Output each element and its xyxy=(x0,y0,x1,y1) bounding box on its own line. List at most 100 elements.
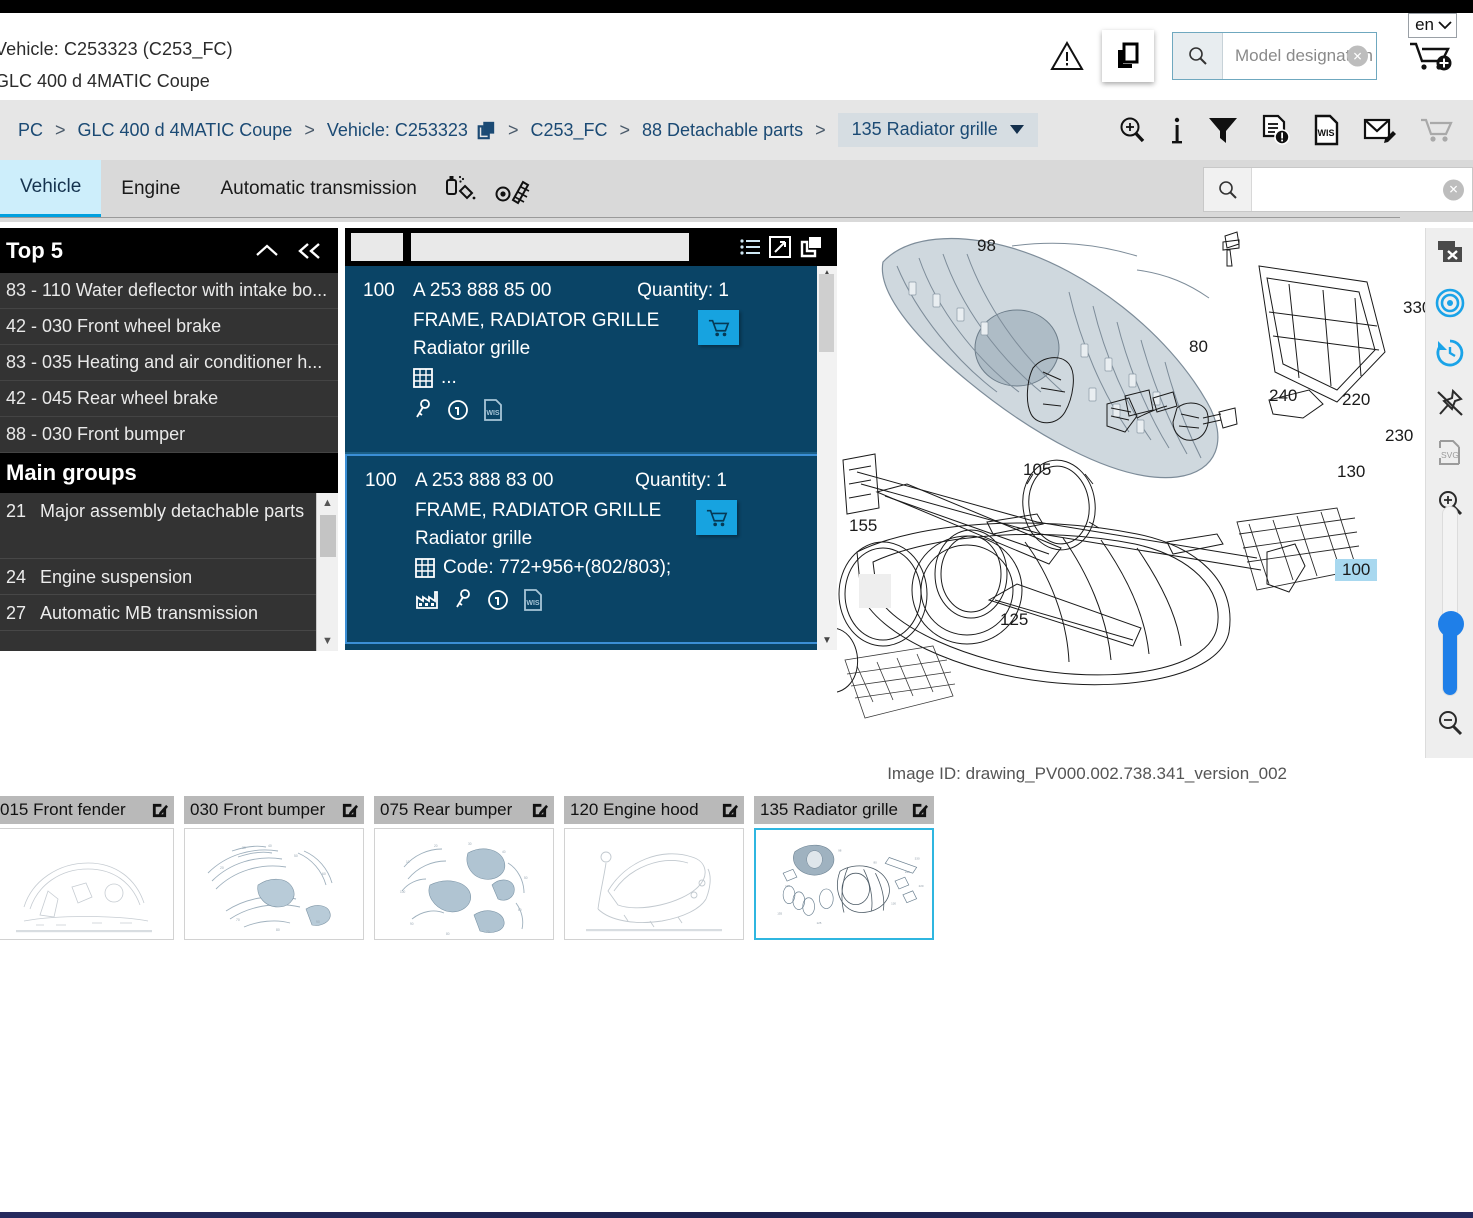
duplicate-window-icon[interactable] xyxy=(799,236,823,258)
key-icon[interactable] xyxy=(413,399,433,421)
zoom-in-search-icon[interactable] xyxy=(1117,115,1147,145)
factory-icon[interactable] xyxy=(415,590,439,610)
part-add-to-cart-button[interactable] xyxy=(696,500,737,535)
list-view-icon[interactable] xyxy=(739,237,761,257)
breadcrumb-active-dropdown[interactable]: 135 Radiator grille xyxy=(837,113,1038,147)
thumbnail-075-rear-bumper[interactable]: 075 Rear bumper 10 20 30 40 50 60 70 80 … xyxy=(374,796,554,946)
filter-icon[interactable] xyxy=(1207,115,1239,145)
thumbnail-135-radiator-grille[interactable]: 135 Radiator grille 98 80 330 240 220 13… xyxy=(754,796,934,946)
add-to-cart-icon[interactable] xyxy=(1401,38,1463,74)
parts-filter-field-small[interactable] xyxy=(351,233,403,261)
copy-documents-icon[interactable] xyxy=(1102,30,1154,82)
parts-search-box[interactable]: ✕ xyxy=(1203,167,1473,212)
scrollbar-thumb[interactable] xyxy=(819,274,834,352)
bolt-nut-icon[interactable] xyxy=(487,160,537,218)
scroll-up-arrow-icon[interactable]: ▲ xyxy=(317,493,338,513)
main-group-item-partial[interactable] xyxy=(0,631,338,651)
diagram-callout-100-selected[interactable]: 100 xyxy=(1335,559,1378,581)
thumbnail-image[interactable] xyxy=(0,828,174,940)
paint-spray-icon[interactable] xyxy=(437,160,487,218)
breadcrumb-item-3[interactable]: C253_FC xyxy=(530,120,607,141)
diagram-callout-105[interactable]: 105 xyxy=(1023,460,1051,480)
tab-vehicle[interactable]: Vehicle xyxy=(0,160,102,218)
info-circle-icon[interactable] xyxy=(487,589,509,611)
main-group-item-24[interactable]: 24 Engine suspension xyxy=(0,559,338,595)
diagram-callout-220[interactable]: 220 xyxy=(1342,390,1370,410)
clear-icon[interactable]: ✕ xyxy=(1443,179,1464,200)
part-add-to-cart-button[interactable] xyxy=(698,310,739,345)
close-window-icon[interactable] xyxy=(1426,228,1473,278)
model-designation-search[interactable]: Model designation ✕ xyxy=(1172,32,1377,80)
diagram-callout-230[interactable]: 230 xyxy=(1385,426,1413,446)
wis-document-icon[interactable]: WIS xyxy=(1313,114,1341,146)
top5-item-4[interactable]: 88 - 030 Front bumper xyxy=(0,417,338,453)
edit-pencil-icon[interactable] xyxy=(531,802,548,819)
edit-pencil-icon[interactable] xyxy=(721,802,738,819)
warning-triangle-icon[interactable] xyxy=(1044,33,1090,79)
thumbnail-image[interactable]: 98 80 330 240 220 130 105 155 125 xyxy=(754,828,934,940)
info-icon[interactable] xyxy=(1169,115,1185,145)
parts-filter-field-wide[interactable] xyxy=(411,233,689,261)
thumbnail-015-front-fender[interactable]: 015 Front fender xyxy=(0,796,174,946)
model-search-input[interactable]: Model designation ✕ xyxy=(1223,33,1376,79)
thumbnail-image[interactable] xyxy=(564,828,744,940)
double-chevron-left-icon[interactable] xyxy=(296,241,324,261)
top5-item-0[interactable]: 83 - 110 Water deflector with intake bo.… xyxy=(0,273,338,309)
parts-list-scrollbar[interactable]: ▲ ▼ xyxy=(817,266,837,650)
key-icon[interactable] xyxy=(453,589,473,611)
diagram-callout-98[interactable]: 98 xyxy=(977,236,996,256)
chevron-up-icon[interactable] xyxy=(254,242,280,260)
zoom-out-icon[interactable] xyxy=(1426,698,1473,748)
thumbnail-image[interactable]: 10 20 30 40 50 60 70 80 90 100 xyxy=(374,828,554,940)
table-grid-icon[interactable] xyxy=(415,558,435,578)
main-group-item-21[interactable]: 21 Major assembly detachable parts xyxy=(0,493,338,559)
diagram-callout-130[interactable]: 130 xyxy=(1337,462,1365,482)
diagram-callout-80[interactable]: 80 xyxy=(1189,337,1208,357)
table-grid-icon[interactable] xyxy=(413,368,433,388)
thumbnail-image[interactable]: 20 30 40 50 60 70 80 90 xyxy=(184,828,364,940)
clear-icon[interactable]: ✕ xyxy=(1347,45,1368,67)
part-row-0-top: 100 A 253 888 85 00 xyxy=(363,280,837,302)
svg-export-icon[interactable]: SVG xyxy=(1426,428,1473,478)
tab-engine[interactable]: Engine xyxy=(101,160,200,218)
target-reset-icon[interactable] xyxy=(1426,278,1473,328)
top5-item-3[interactable]: 42 - 045 Rear wheel brake xyxy=(0,381,338,417)
thumbnail-120-engine-hood[interactable]: 120 Engine hood xyxy=(564,796,744,946)
thumbnail-030-front-bumper[interactable]: 030 Front bumper 20 30 40 50 60 70 80 90 xyxy=(184,796,364,946)
part-row-0[interactable]: 100 A 253 888 85 00 Quantity: 1 FRAME, R… xyxy=(345,266,837,454)
wis-document-icon[interactable]: WIS xyxy=(483,399,503,421)
tab-automatic-transmission[interactable]: Automatic transmission xyxy=(200,160,436,218)
breadcrumb-item-2[interactable]: Vehicle: C253323 xyxy=(327,120,468,141)
diagram-callout-125[interactable]: 125 xyxy=(1000,610,1028,630)
scrollbar-thumb[interactable] xyxy=(320,515,336,557)
info-circle-icon[interactable] xyxy=(447,399,469,421)
scroll-down-arrow-icon[interactable]: ▼ xyxy=(317,631,338,651)
breadcrumb-item-1[interactable]: GLC 400 d 4MATIC Coupe xyxy=(78,120,293,141)
diagram-callout-155[interactable]: 155 xyxy=(849,516,877,536)
parts-search-input[interactable]: ✕ xyxy=(1252,168,1472,211)
top5-item-2[interactable]: 83 - 035 Heating and air conditioner h..… xyxy=(0,345,338,381)
top5-item-1[interactable]: 42 - 030 Front wheel brake xyxy=(0,309,338,345)
edit-pencil-icon[interactable] xyxy=(341,802,358,819)
language-selector[interactable]: en xyxy=(1408,13,1457,38)
zoom-slider[interactable] xyxy=(1438,506,1464,696)
diagram-callout-240[interactable]: 240 xyxy=(1269,386,1297,406)
history-undo-icon[interactable] xyxy=(1426,328,1473,378)
breadcrumb-item-0[interactable]: PC xyxy=(18,120,43,141)
main-groups-scrollbar[interactable]: ▲ ▼ xyxy=(316,493,338,651)
part-row-1[interactable]: 100 A 253 888 83 00 Quantity: 1 FRAME, R… xyxy=(345,454,837,644)
edit-pencil-icon[interactable] xyxy=(151,802,168,819)
exploded-parts-diagram[interactable]: 98 80 330 240 220 230 130 105 155 125 10… xyxy=(837,222,1437,752)
zoom-slider-handle[interactable] xyxy=(1438,611,1464,637)
scroll-down-arrow-icon[interactable]: ▼ xyxy=(817,635,837,646)
mail-edit-icon[interactable] xyxy=(1363,115,1397,145)
edit-pencil-icon[interactable] xyxy=(911,802,928,819)
copy-vehicle-icon[interactable] xyxy=(476,120,496,140)
expand-fullscreen-icon[interactable] xyxy=(769,236,791,258)
document-alert-icon[interactable] xyxy=(1261,114,1291,146)
shopping-cart-icon[interactable] xyxy=(1419,115,1453,145)
unpin-icon[interactable] xyxy=(1426,378,1473,428)
main-group-item-27[interactable]: 27 Automatic MB transmission xyxy=(0,595,338,631)
breadcrumb-item-4[interactable]: 88 Detachable parts xyxy=(642,120,803,141)
wis-document-icon[interactable]: WIS xyxy=(523,589,543,611)
